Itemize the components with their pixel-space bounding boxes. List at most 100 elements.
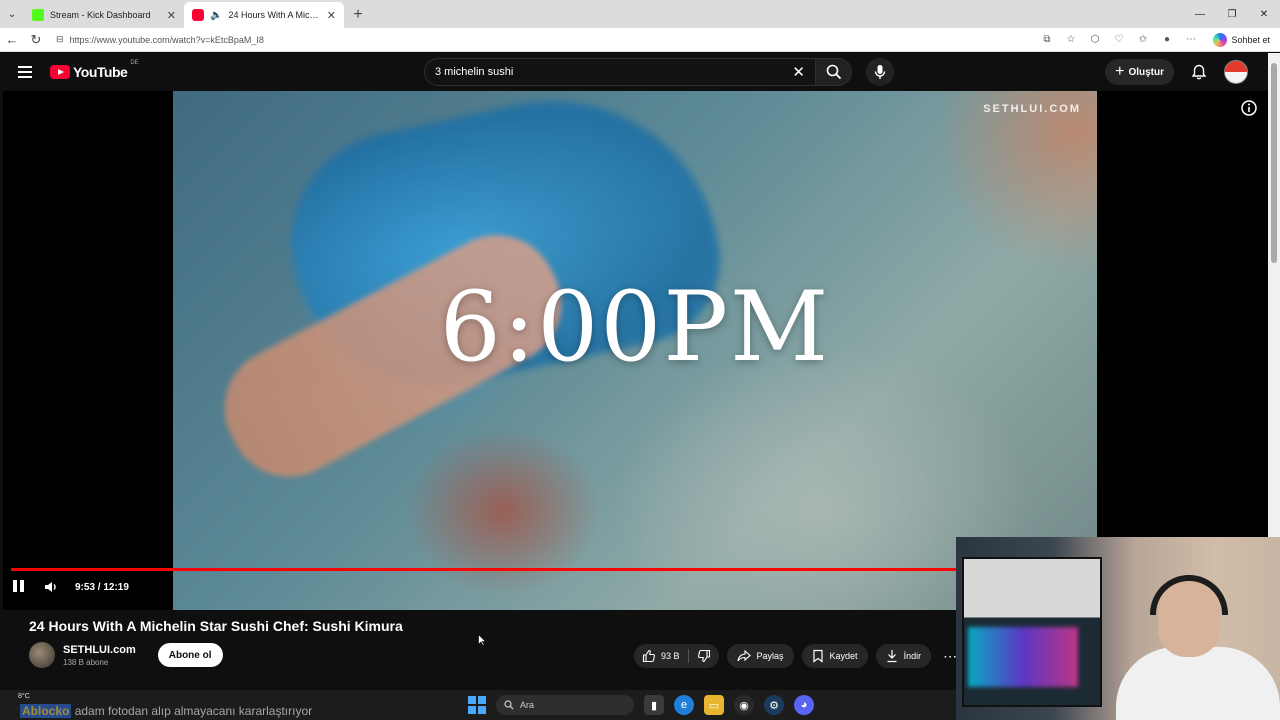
url-text: https://www.youtube.com/watch?v=kEtcBpaM… (69, 34, 264, 45)
address-bar: ← ↻ ⊟ https://www.youtube.com/watch?v=kE… (0, 28, 1280, 52)
subscriber-count: 138 B abone (63, 657, 109, 667)
hamburger-menu-icon[interactable] (18, 62, 38, 82)
volume-icon[interactable] (43, 579, 59, 595)
new-tab-button[interactable]: + (344, 2, 372, 28)
address-bar-icons: ⧉ ☆ ⬡ ♡ ✩ ● ⋯ (1038, 31, 1200, 49)
more-options-icon[interactable]: ⋯ (1182, 31, 1200, 49)
tab-kick-dashboard[interactable]: Stream - Kick Dashboard ✕ (24, 2, 184, 28)
channel-name[interactable]: SETHLUI.com (63, 644, 136, 656)
save-button[interactable]: Kaydet (801, 644, 868, 668)
like-button[interactable]: 93 B (634, 644, 688, 668)
video-title: 24 Hours With A Michelin Star Sushi Chef… (29, 618, 403, 634)
search-button[interactable] (816, 58, 852, 86)
download-icon (887, 650, 897, 663)
copilot-label: Sohbet et (1231, 34, 1270, 45)
video-player[interactable]: SETHLUI.COM 6:00PM 9:53 / 12:19 (3, 91, 1268, 610)
pause-icon[interactable] (13, 580, 27, 594)
url-field[interactable]: ⊟ https://www.youtube.com/watch?v=kEtcBp… (52, 30, 1032, 50)
subscribe-button[interactable]: Abone ol (157, 643, 223, 667)
save-label: Kaydet (829, 651, 858, 661)
browser-essentials-icon[interactable]: ♡ (1110, 31, 1128, 49)
search-icon (504, 700, 514, 710)
tab-title: Stream - Kick Dashboard (50, 10, 151, 20)
app-available-icon[interactable]: ⧉ (1038, 31, 1056, 49)
video-overlay-text: 6:00PM (439, 271, 831, 383)
bookmark-icon (812, 649, 823, 663)
ticker-badge: Ablocko (20, 704, 72, 718)
youtube-favicon-icon (192, 9, 204, 21)
tab-youtube-video[interactable]: 🔈 24 Hours With A Michelin Star ✕ (184, 2, 344, 28)
thumbs-up-icon (642, 649, 655, 663)
window-controls: — ❐ ✕ (1184, 0, 1280, 28)
profile-icon[interactable]: ● (1158, 31, 1176, 49)
taskbar-apps: Ara ▮ e ▭ ◉ ⚙ ◕ (468, 695, 814, 715)
share-button[interactable]: Paylaş (726, 644, 794, 668)
close-tab-icon[interactable]: ✕ (327, 9, 336, 22)
obs-icon[interactable]: ◉ (734, 695, 754, 715)
browser-tab-bar: ⌄ Stream - Kick Dashboard ✕ 🔈 24 Hours W… (0, 0, 1280, 28)
reload-button[interactable]: ↻ (24, 28, 48, 52)
stream-ticker: Ablocko adam fotodan alıp almayacanı kar… (20, 704, 312, 718)
youtube-logo[interactable]: YouTube DE (50, 60, 139, 80)
close-tab-icon[interactable]: ✕ (167, 9, 176, 22)
kick-favicon-icon (32, 9, 44, 21)
file-explorer-icon[interactable]: ▭ (704, 695, 724, 715)
youtube-play-icon (50, 65, 70, 79)
favorites-icon[interactable]: ✩ (1134, 31, 1152, 49)
channel-meta: SETHLUI.com 138 B abone (63, 644, 136, 667)
player-controls: 9:53 / 12:19 (13, 579, 129, 595)
webcam-headset (1150, 575, 1228, 615)
plus-icon: + (1115, 63, 1125, 80)
task-view-icon[interactable]: ▮ (644, 695, 664, 715)
progress-played (11, 568, 1014, 571)
scrollbar-thumb[interactable] (1271, 63, 1277, 263)
search-input[interactable]: 3 michelin sushi ✕ (424, 58, 816, 86)
tab-list-chevron-icon[interactable]: ⌄ (0, 0, 24, 28)
microphone-icon (874, 65, 886, 79)
bell-icon (1191, 64, 1207, 80)
thumbs-down-icon (697, 649, 710, 663)
webcam-rgb-lights (968, 627, 1078, 687)
webcam-person-body (1116, 647, 1280, 720)
youtube-wordmark: YouTube (73, 64, 128, 80)
channel-avatar[interactable] (29, 642, 55, 668)
video-frame[interactable]: SETHLUI.COM 6:00PM (173, 91, 1097, 610)
discord-icon[interactable]: ◕ (794, 695, 814, 715)
favorite-star-icon[interactable]: ☆ (1062, 31, 1080, 49)
site-info-icon[interactable]: ⊟ (56, 34, 64, 45)
dislike-button[interactable] (689, 644, 719, 668)
youtube-masthead: YouTube DE 3 michelin sushi ✕ + Oluştur (0, 53, 1268, 91)
voice-search-button[interactable] (866, 58, 894, 86)
notifications-button[interactable] (1190, 63, 1208, 81)
copilot-icon (1213, 32, 1228, 47)
minimize-icon[interactable]: — (1184, 0, 1216, 28)
like-dislike-group: 93 B (634, 644, 719, 668)
download-button[interactable]: İndir (875, 644, 932, 668)
restore-icon[interactable]: ❐ (1216, 0, 1248, 28)
speaker-icon[interactable]: 🔈 (210, 10, 222, 21)
account-avatar[interactable] (1224, 60, 1248, 84)
windows-start-icon[interactable] (468, 696, 486, 714)
taskbar-search[interactable]: Ara (496, 695, 634, 715)
time-display: 9:53 / 12:19 (75, 581, 129, 593)
download-label: İndir (903, 651, 922, 661)
create-button[interactable]: + Oluştur (1105, 59, 1174, 85)
weather-widget[interactable]: 8°C (18, 693, 30, 700)
close-window-icon[interactable]: ✕ (1248, 0, 1280, 28)
steam-icon[interactable]: ⚙ (764, 695, 784, 715)
extensions-icon[interactable]: ⬡ (1086, 31, 1104, 49)
back-button[interactable]: ← (0, 28, 24, 52)
share-icon (736, 649, 751, 662)
video-actions: 93 B Paylaş Kaydet İndir ⋯ (634, 644, 958, 668)
like-count: 93 B (661, 651, 680, 661)
tab-title: 24 Hours With A Michelin Star (228, 10, 320, 20)
edge-browser-icon[interactable]: e (674, 695, 694, 715)
masthead-right: + Oluştur (1105, 59, 1248, 85)
info-icon[interactable] (1240, 99, 1258, 117)
region-code: DE (130, 60, 139, 66)
taskbar-search-placeholder: Ara (520, 700, 535, 710)
create-label: Oluştur (1128, 66, 1164, 78)
clear-search-icon[interactable]: ✕ (792, 63, 805, 81)
copilot-button[interactable]: Sohbet et (1213, 32, 1270, 47)
video-watermark: SETHLUI.COM (983, 103, 1081, 115)
